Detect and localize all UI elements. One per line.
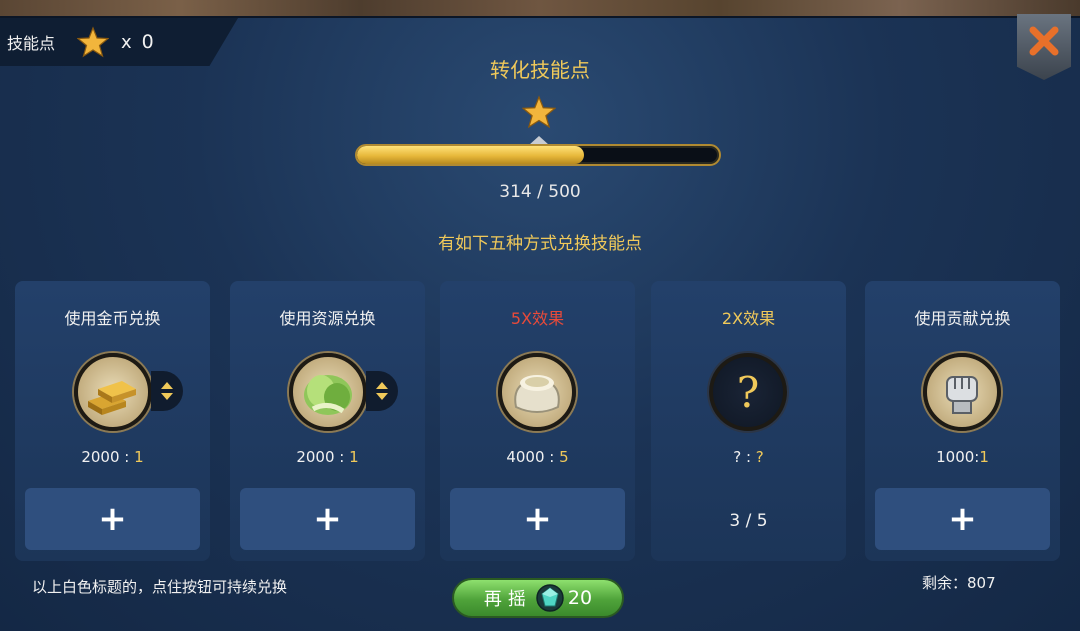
- ratio-left: 1000:: [936, 448, 980, 466]
- ratio-left: 2000 :: [81, 448, 135, 466]
- card-title: 2X效果: [721, 309, 776, 328]
- top-background-strip: [0, 0, 1080, 18]
- skill-star-icon: [522, 95, 556, 129]
- usage-count: 3 / 5: [729, 511, 768, 531]
- reroll-button[interactable]: 再摇 20: [452, 578, 624, 618]
- exchange-ratio: 4000 : 5: [440, 448, 635, 466]
- card-title: 使用金币兑换: [64, 309, 161, 328]
- exchange-subtitle: 有如下五种方式兑换技能点: [438, 234, 642, 254]
- card-gold-exchange: 使用金币兑换 2000 : 1 +: [15, 281, 210, 561]
- amount-sorter[interactable]: [366, 371, 398, 411]
- progress-fill: [357, 146, 585, 164]
- multiplier-sign: x: [121, 31, 132, 53]
- page-title: 转化技能点: [490, 58, 590, 82]
- ratio-right: 1: [979, 448, 989, 466]
- exchange-resource-button[interactable]: +: [240, 488, 415, 550]
- fist-icon: [923, 353, 1001, 431]
- ratio-right: 1: [134, 448, 144, 466]
- ratio-left: 2000 :: [296, 448, 350, 466]
- card-title: 5X效果: [510, 309, 565, 328]
- reroll-cost: 20: [567, 587, 593, 609]
- card-resource-exchange: 使用资源兑换 2000 : 1 +: [230, 281, 425, 561]
- card-contribution-exchange: 使用贡献兑换 1000:1 +: [865, 281, 1060, 561]
- card-2x-effect: 2X效果 ? ? : ? 3 / 5: [651, 281, 846, 561]
- card-title: 使用资源兑换: [279, 309, 376, 328]
- hold-button-note: 以上白色标题的，点住按钮可持续兑换: [32, 578, 288, 596]
- flour-sack-icon: [498, 353, 576, 431]
- exchange-ratio: ? : ?: [651, 448, 846, 466]
- sort-arrows-icon: [161, 382, 173, 400]
- ratio-right: 5: [559, 448, 569, 466]
- amount-sorter[interactable]: [151, 371, 183, 411]
- gold-bars-icon: [74, 353, 152, 431]
- exchange-ratio: 2000 : 1: [230, 448, 425, 466]
- cabbage-icon: [289, 353, 367, 431]
- ratio-right: ?: [755, 448, 764, 466]
- svg-text:?: ?: [737, 368, 760, 417]
- exchange-ratio: 1000:1: [865, 448, 1060, 466]
- card-title: 使用贡献兑换: [914, 309, 1011, 328]
- question-icon: ?: [709, 353, 787, 431]
- exchange-gold-button[interactable]: +: [25, 488, 200, 550]
- exchange-ratio: 2000 : 1: [15, 448, 210, 466]
- skill-points-value: 0: [141, 31, 154, 53]
- ratio-left: 4000 :: [506, 448, 560, 466]
- gem-icon: [536, 584, 564, 612]
- ratio-left: ? :: [733, 448, 756, 466]
- progress-bar: [355, 144, 721, 166]
- progress-text: 314 / 500: [499, 182, 581, 202]
- exchange-5x-button[interactable]: +: [450, 488, 625, 550]
- card-5x-effect: 5X效果 4000 : 5 +: [440, 281, 635, 561]
- sort-arrows-icon: [376, 382, 388, 400]
- remaining-contribution: 剩余：807: [922, 574, 996, 592]
- skill-points-label: 技能点: [7, 34, 56, 53]
- exchange-contribution-button[interactable]: +: [875, 488, 1050, 550]
- ratio-right: 1: [349, 448, 359, 466]
- reroll-label: 再摇: [483, 589, 532, 610]
